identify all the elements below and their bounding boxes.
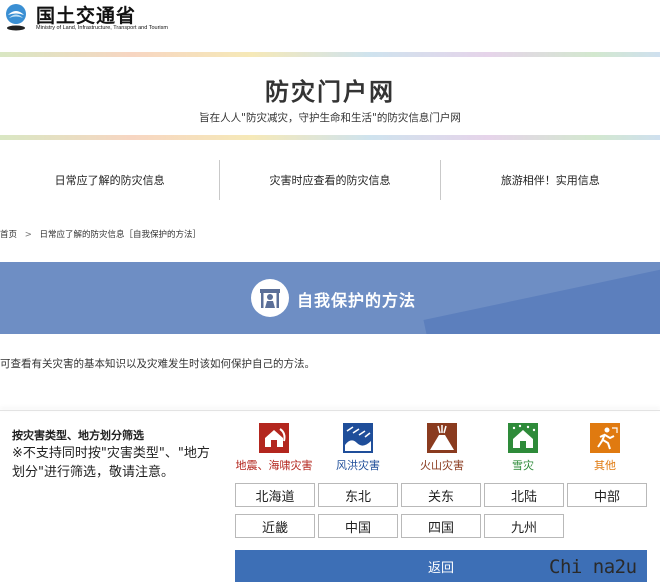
region-button-hokuriku[interactable]: 北陆: [484, 483, 564, 507]
main-nav: 日常应了解的防灾信息 灾害时应查看的防灾信息 旅游相伴！实用信息: [0, 157, 660, 203]
region-button-hokkaido[interactable]: 北海道: [235, 483, 315, 507]
site-header: 国土交通省 Ministry of Land, Infrastructure, …: [0, 0, 660, 40]
section-banner: 自我保护的方法: [0, 262, 660, 334]
decorative-stripe-bottom: [0, 135, 660, 140]
watermark-text: Chi na2u: [549, 556, 637, 578]
page-subtitle: 旨在人人"防灾减灾，守护生命和生活"的防灾信息门户网: [199, 112, 461, 124]
filter-note: ※不支持同时按"灾害类型"、"地方划分"进行筛选，敬请注意。: [12, 446, 210, 480]
breadcrumb-home[interactable]: 首页: [0, 230, 17, 240]
category-snow[interactable]: 雪灾: [481, 423, 565, 473]
category-label: 其他: [594, 459, 616, 472]
self-protection-icon: [260, 289, 280, 308]
nav-disaster-time-info[interactable]: 灾害时应查看的防灾信息: [220, 157, 439, 203]
breadcrumb-current: 日常应了解的防灾信息［自我保护的方法］: [39, 230, 202, 240]
org-name-en: Ministry of Land, Infrastructure, Transp…: [36, 25, 168, 31]
banner-decoration: [423, 265, 660, 334]
category-volcano[interactable]: 火山灾害: [400, 423, 484, 473]
category-storm-flood[interactable]: 风洪灾害: [316, 423, 400, 473]
running-person-icon: [590, 423, 620, 453]
region-button-kinki[interactable]: 近畿: [235, 514, 315, 538]
section-title: 自我保护的方法: [297, 291, 417, 310]
region-button-chugoku[interactable]: 中国: [318, 514, 398, 538]
region-button-tohoku[interactable]: 东北: [318, 483, 398, 507]
org-name: 国土交通省: [36, 5, 137, 27]
region-button-shikoku[interactable]: 四国: [401, 514, 481, 538]
filter-panel-border: [0, 410, 660, 411]
volcano-icon: [427, 423, 457, 453]
decorative-stripe-top: [0, 52, 660, 57]
region-button-chubu[interactable]: 中部: [567, 483, 647, 507]
storm-wave-icon: [343, 423, 373, 453]
section-description: 可查看有关灾害的基本知识以及灾难发生时该如何保护自己的方法。: [0, 358, 315, 370]
page-title: 防灾门户网: [265, 78, 395, 106]
earthquake-house-icon: [259, 423, 289, 453]
breadcrumb-separator-icon: >: [24, 230, 32, 240]
nav-daily-info[interactable]: 日常应了解的防灾信息: [0, 157, 219, 203]
category-other[interactable]: 其他: [563, 423, 647, 473]
banner-icon-circle: [251, 279, 289, 317]
filter-title: 按灾害类型、地方划分筛选: [12, 429, 144, 442]
nav-travel-info[interactable]: 旅游相伴！实用信息: [441, 157, 660, 203]
category-label: 风洪灾害: [336, 459, 380, 472]
category-earthquake-tsunami[interactable]: 地震、海啸灾害: [232, 423, 316, 473]
category-label: 火山灾害: [420, 459, 464, 472]
region-button-kanto[interactable]: 关东: [401, 483, 481, 507]
breadcrumb: 首页 > 日常应了解的防灾信息［自我保护的方法］: [0, 228, 206, 240]
region-button-kyushu[interactable]: 九州: [484, 514, 564, 538]
category-label: 地震、海啸灾害: [235, 459, 313, 472]
snow-house-icon: [508, 423, 538, 453]
category-label: 雪灾: [512, 459, 534, 472]
mlit-logo-icon[interactable]: [4, 3, 28, 31]
